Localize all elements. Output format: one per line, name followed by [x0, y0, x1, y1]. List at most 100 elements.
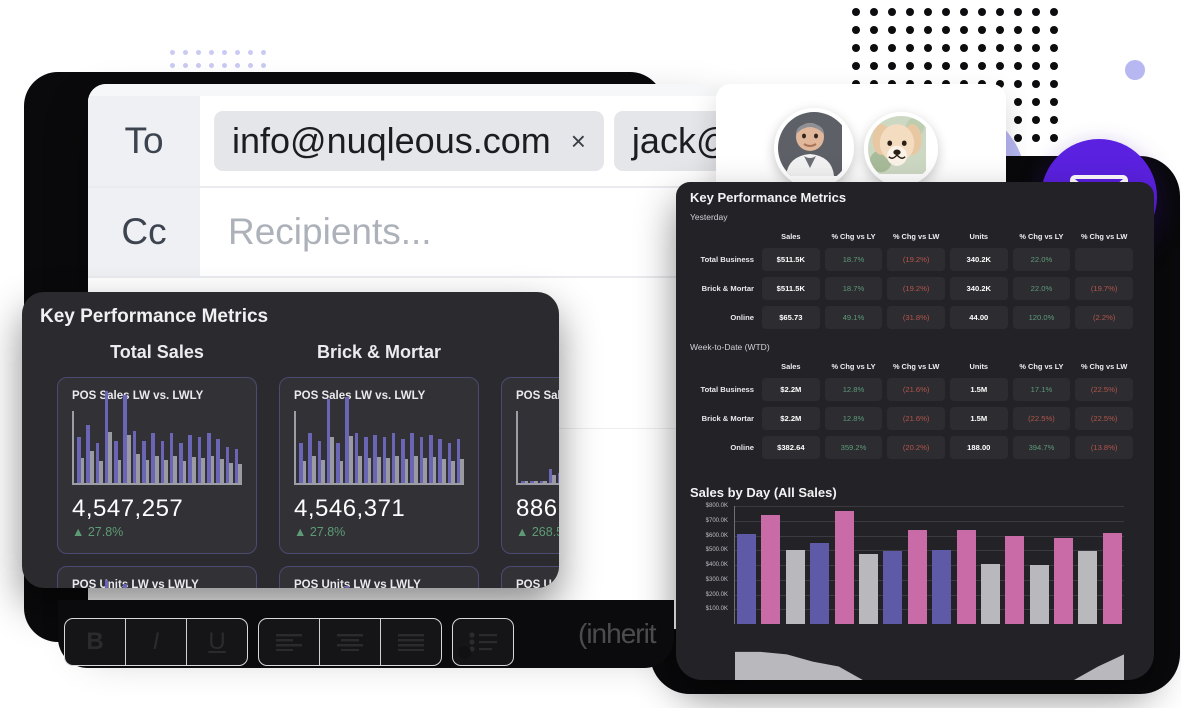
table-cell: 22.0%	[1012, 277, 1071, 300]
kpi-column: Online POS Sales LW vs. LWLY 886 ▲ 268.5%PO…	[501, 342, 559, 588]
kpi-card-title: POS Sales LW vs. LWLY	[72, 390, 204, 402]
kpi-value: 886	[516, 495, 558, 522]
avatar[interactable]	[864, 112, 938, 186]
table-cell: (21.6%)	[887, 378, 945, 401]
recipient-chip[interactable]: info@nuqleous.com ×	[214, 111, 604, 171]
underline-icon: U	[208, 628, 226, 655]
kpi-delta: ▲ 268.5%	[516, 525, 559, 539]
plot-area	[734, 506, 1124, 680]
y-axis-tick-label: $200.0K	[705, 591, 728, 598]
table-cell: 18.7%	[824, 248, 883, 271]
table-cell: 22.0%	[1012, 248, 1071, 271]
sparkline-chart	[72, 391, 243, 485]
kpi-column-heading: Online	[501, 342, 559, 363]
sparkline-chart	[294, 397, 465, 485]
bar	[810, 542, 830, 624]
table-cell: (19.2%)	[887, 248, 945, 271]
table-row: Total Business $2.2M 12.8% (21.6%) 1.5M 17.1%…	[695, 378, 1133, 401]
underline-button[interactable]: U	[187, 619, 247, 665]
text-style-group: B I U	[64, 618, 248, 666]
align-left-button[interactable]	[259, 619, 320, 665]
kpi-card[interactable]: POS Sales LW vs. LWLY 4,546,371 ▲ 27.8%	[279, 377, 479, 554]
column-header: % Chg vs LW	[1080, 362, 1128, 371]
dashboard-sections: Yesterday Sales % Chg vs LY % Chg vs LW Unit…	[676, 205, 1154, 465]
close-icon[interactable]: ×	[571, 126, 586, 157]
column-header: % Chg vs LW	[1080, 232, 1128, 241]
bar	[883, 551, 903, 624]
align-center-icon	[337, 634, 363, 651]
align-center-button[interactable]	[320, 619, 381, 665]
bar	[907, 530, 927, 624]
table-cell: (2.2%)	[1075, 306, 1133, 329]
table-row: Online $65.73 49.1% (31.8%) 44.00 120.0% (2.2%…	[695, 306, 1133, 329]
bar	[932, 549, 952, 624]
list-group	[452, 618, 514, 666]
row-label: Online	[730, 443, 754, 452]
table-cell: 12.8%	[824, 378, 883, 401]
overflow-text: (inherit	[578, 618, 657, 649]
kpi-card-title: POS Units LW vs LWLY	[72, 579, 199, 588]
align-justify-button[interactable]	[381, 619, 441, 665]
table-cell: (21.6%)	[887, 407, 945, 430]
sales-by-day-chart: Sales by Day (All Sales) $800.0K $700.0K $…	[676, 475, 1154, 680]
y-axis-tick-label: $700.0K	[705, 517, 728, 524]
italic-icon: I	[152, 628, 160, 655]
italic-button[interactable]: I	[126, 619, 187, 665]
alignment-group	[258, 618, 442, 666]
table-cell: (20.2%)	[887, 436, 945, 459]
bold-button[interactable]: B	[65, 619, 126, 665]
table-cell: (19.2%)	[887, 277, 945, 300]
bar	[858, 553, 878, 624]
recipient-address: info@nuqleous.com	[232, 120, 551, 161]
to-label: To	[88, 96, 200, 186]
lilac-dot	[1125, 60, 1145, 80]
chart-title: Sales by Day (All Sales)	[690, 485, 837, 500]
column-header	[695, 232, 757, 242]
table-cell: (13.8%)	[1075, 436, 1133, 459]
bold-icon: B	[86, 628, 104, 655]
avatar-dog-icon	[868, 116, 926, 174]
kpi-column-heading: Total Sales	[110, 342, 204, 362]
table-cell: $511.5K	[762, 277, 820, 300]
kpi-card[interactable]: POS Units LW vs LWLY	[279, 566, 479, 588]
toolbar-handle[interactable]	[458, 646, 471, 659]
kpi-panel: Key Performance Metrics Total Sales POS S…	[22, 292, 559, 588]
to-chips[interactable]: info@nuqleous.com × jack@nuqle	[200, 96, 720, 186]
kpi-card[interactable]: POS Sales LW vs. LWLY 4,547,257 ▲ 27.8%	[57, 377, 257, 554]
table-cell: 188.00	[949, 436, 1008, 459]
recipient-chip[interactable]: jack@nuqle	[613, 111, 720, 171]
kpi-panel-title: Key Performance Metrics	[40, 306, 269, 327]
table-cell: (22.5%)	[1012, 407, 1071, 430]
cc-field-row[interactable]: Cc Recipients...	[88, 188, 720, 278]
table-cell: $511.5K	[762, 248, 820, 271]
bar	[785, 550, 805, 624]
row-label: Brick & Mortar	[701, 284, 754, 293]
table-cell: 49.1%	[824, 306, 883, 329]
bar	[1005, 536, 1025, 624]
bar	[737, 534, 756, 624]
table-cell: 394.7%	[1012, 436, 1071, 459]
kpi-value: 4,547,257	[72, 495, 184, 522]
kpi-card-title: POS Sales LW vs. LWLY	[294, 390, 426, 402]
table-cell: (22.5%)	[1075, 407, 1133, 430]
table-cell: 12.8%	[824, 407, 883, 430]
to-field-row[interactable]: To info@nuqleous.com × jack@nuqle	[88, 96, 720, 188]
table-cell: $382.64	[762, 436, 820, 459]
kpi-card[interactable]: POS Units LW vs LWLY	[57, 566, 257, 588]
kpi-table: Sales % Chg vs LY % Chg vs LW Units % Chg vs…	[690, 356, 1138, 465]
table-cell: 1.5M	[949, 378, 1008, 401]
column-header: % Chg vs LW	[892, 232, 940, 241]
bar	[980, 563, 1000, 624]
table-cell: 17.1%	[1012, 378, 1071, 401]
y-axis-tick-label: $500.0K	[705, 547, 728, 554]
section-label: Yesterday	[690, 212, 728, 222]
kpi-card-title: POS Units LW vs LWLY	[294, 579, 421, 588]
kpi-card[interactable]: POS Sales LW vs. LWLY 886 ▲ 268.5%	[501, 377, 559, 554]
bar	[1029, 565, 1049, 624]
y-axis-tick-label: $800.0K	[705, 503, 728, 509]
avatar[interactable]	[774, 108, 854, 188]
toolbar-groups: B I U	[64, 618, 514, 666]
cc-input[interactable]: Recipients...	[200, 211, 432, 253]
table-row: Brick & Mortar $511.5K 18.7% (19.2%) 340.2K 2…	[695, 277, 1133, 300]
table-row: Total Business $511.5K 18.7% (19.2%) 340.2K 2…	[695, 248, 1133, 271]
